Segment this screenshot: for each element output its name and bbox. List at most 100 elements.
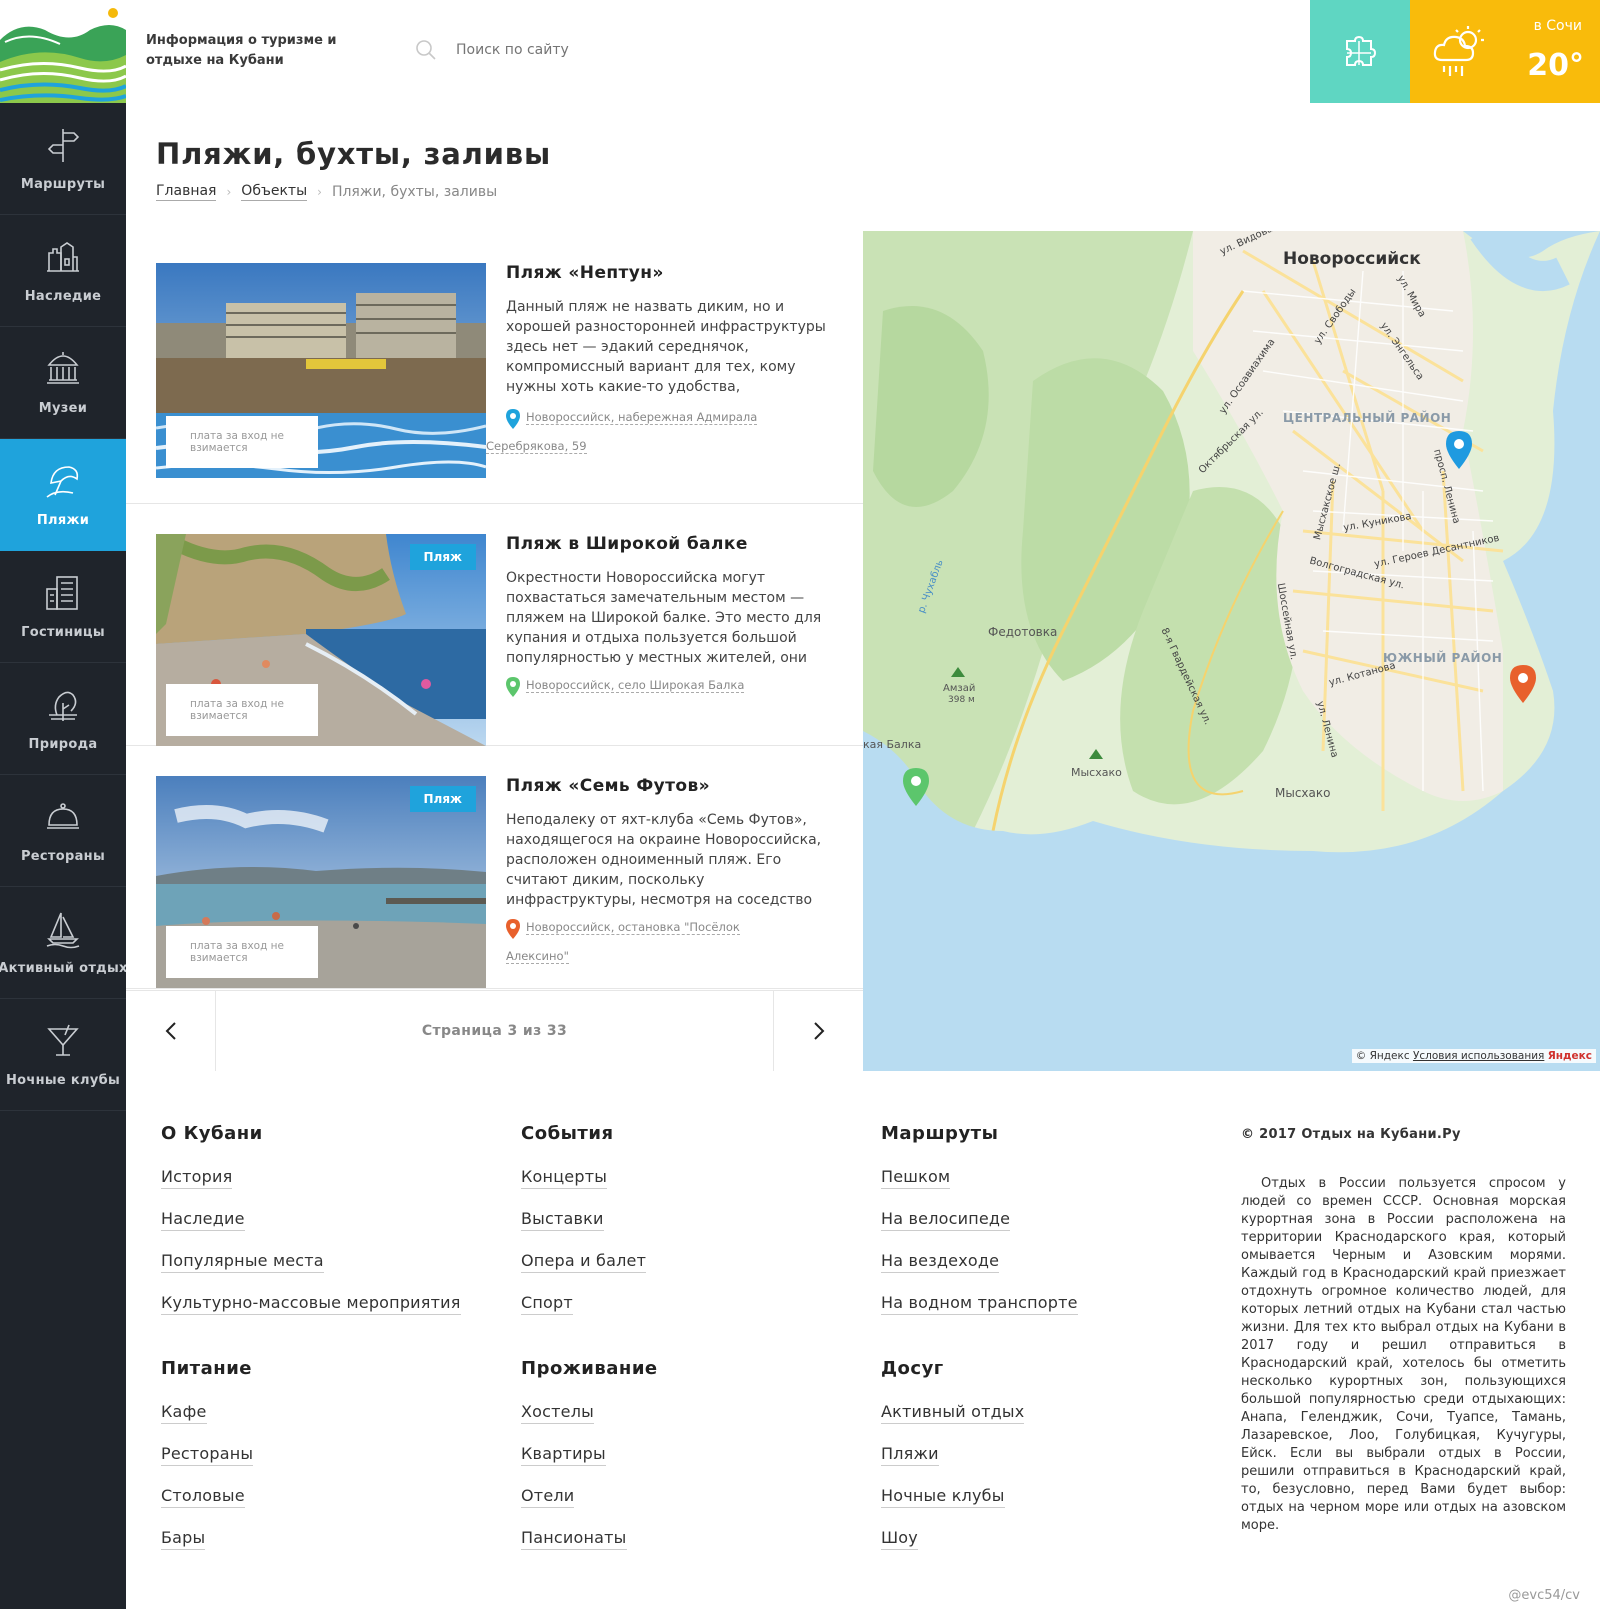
cloud-rain-sun-icon [1433, 26, 1484, 76]
about-text: Отдых в России пользуется спросом у люде… [1241, 1176, 1566, 1533]
search-bar[interactable] [414, 38, 716, 62]
footer-link[interactable]: На велосипеде [881, 1209, 1011, 1231]
puzzle-button[interactable] [1310, 0, 1410, 103]
breadcrumb-home[interactable]: Главная [156, 183, 217, 201]
footer-link[interactable]: На вездеходе [881, 1251, 1000, 1273]
site-logo[interactable] [0, 0, 126, 103]
list-item[interactable]: плата за вход не взимается Пляж «Нептун»… [126, 231, 863, 504]
list-item[interactable]: Пляж плата за вход не взимается Пляж в Ш… [126, 504, 863, 746]
beach-title[interactable]: Пляж «Семь Футов» [506, 776, 710, 796]
beach-address[interactable]: Новороссийск, остановка "Посёлок Алексин… [506, 913, 806, 971]
footer-link[interactable]: Пансионаты [521, 1528, 627, 1550]
beach-title[interactable]: Пляж в Широкой балке [506, 534, 748, 554]
sidebar-item-label: Гостиницы [21, 625, 105, 640]
beach-photo[interactable]: плата за вход не взимается [156, 263, 486, 478]
footer-link[interactable]: Спорт [521, 1293, 573, 1315]
footer-link[interactable]: Ночные клубы [881, 1486, 1005, 1508]
footer-link[interactable]: Пешком [881, 1167, 951, 1189]
cocktail-icon [47, 1024, 79, 1056]
pagination: Страница 3 из 33 [126, 990, 863, 1071]
address-line-1: Новороссийск, село Широкая Балка [526, 678, 745, 693]
footer-heading: Проживание [521, 1358, 658, 1379]
address-line-1: Новороссийск, набережная Адмирала [526, 410, 758, 425]
footer-link[interactable]: На водном транспорте [881, 1293, 1078, 1315]
footer-link[interactable]: Рестораны [161, 1444, 254, 1466]
map-marker-blue[interactable] [1446, 431, 1472, 469]
sidebar-item-label: Маршруты [20, 177, 106, 192]
sidebar-item-restaurants[interactable]: Рестораны [0, 775, 126, 887]
footer-link[interactable]: История [161, 1167, 233, 1189]
footer-heading: Досуг [881, 1358, 944, 1379]
footer-link[interactable]: Опера и балет [521, 1251, 647, 1273]
weather-widget[interactable]: в Сочи 20° [1410, 0, 1600, 103]
map-copyright: © Яндекс [1355, 1050, 1410, 1062]
beach-address[interactable]: Новороссийск, село Широкая Балка [506, 671, 806, 700]
map-marker-green[interactable] [903, 768, 929, 806]
map-place-label: Мысхако [1071, 766, 1122, 779]
sidebar-item-nature[interactable]: Природа [0, 663, 126, 775]
footer: О Кубани История Наследие Популярные мес… [126, 1071, 1600, 1609]
museum-icon [47, 352, 79, 384]
list-item[interactable]: Пляж плата за вход не взимается Пляж «Се… [126, 746, 863, 989]
castle-icon [47, 242, 79, 272]
beach-umbrella-icon [46, 466, 79, 498]
map-place-label: 398 м [948, 695, 975, 705]
footer-link[interactable]: Столовые [161, 1486, 245, 1508]
type-badge: Пляж [409, 786, 476, 812]
footer-link[interactable]: Пляжи [881, 1444, 939, 1466]
prev-page-button[interactable] [126, 991, 216, 1071]
footer-link[interactable]: Концерты [521, 1167, 608, 1189]
header: Информация о туризме и отдыхе на Кубани … [126, 0, 1600, 103]
beach-description: Данный пляж не назвать диким, но и хорош… [506, 299, 826, 395]
author-signature: @evc54/cv [1508, 1588, 1580, 1603]
footer-link[interactable]: Выставки [521, 1209, 604, 1231]
signpost-icon [47, 129, 80, 162]
cloche-icon [47, 803, 79, 829]
map-district-label: ЦЕНТРАЛЬНЫЙ РАЙОН [1283, 411, 1452, 425]
search-input[interactable] [456, 42, 716, 58]
breadcrumb-objects[interactable]: Объекты [241, 183, 308, 201]
entry-fee-label: плата за вход не взимается [166, 416, 318, 468]
next-page-button[interactable] [773, 991, 863, 1071]
search-icon[interactable] [414, 38, 438, 62]
sidebar-item-beaches[interactable]: Пляжи [0, 439, 126, 551]
map-marker-orange[interactable] [1510, 665, 1536, 703]
sidebar-item-active-rest[interactable]: Активный отдых [0, 887, 128, 999]
footer-heading: Питание [161, 1358, 253, 1379]
sidebar-item-routes[interactable]: Маршруты [0, 103, 126, 215]
map-attribution: © Яндекс Условия использования Яндекс [1351, 1049, 1596, 1063]
map-terms-link[interactable]: Условия использования [1413, 1050, 1544, 1062]
breadcrumb: Главная › Объекты › Пляжи, бухты, заливы [156, 183, 497, 201]
breadcrumb-current: Пляжи, бухты, заливы [331, 184, 498, 200]
footer-link[interactable]: Хостелы [521, 1402, 594, 1424]
sidebar-item-hotels[interactable]: Гостиницы [0, 551, 126, 663]
footer-link[interactable]: Бары [161, 1528, 206, 1550]
footer-link[interactable]: Популярные места [161, 1251, 324, 1273]
map[interactable]: Новороссийск ЦЕНТРАЛЬНЫЙ РАЙОН ЮЖНЫЙ РАЙ… [863, 231, 1600, 1071]
beach-title[interactable]: Пляж «Нептун» [506, 263, 664, 283]
beach-photo[interactable]: Пляж плата за вход не взимается [156, 534, 486, 746]
footer-link[interactable]: Активный отдых [881, 1402, 1025, 1424]
footer-link[interactable]: Квартиры [521, 1444, 606, 1466]
footer-heading: События [521, 1123, 614, 1144]
footer-link[interactable]: Культурно-массовые мероприятия [161, 1293, 461, 1315]
map-place-label: кая Балка [863, 738, 922, 751]
map-place-label: Федотовка [988, 625, 1058, 639]
sidebar-item-museums[interactable]: Музеи [0, 327, 126, 439]
page-title: Пляжи, бухты, заливы [156, 137, 551, 171]
address-line-2: Серебрякова, 59 [486, 439, 587, 454]
chevron-right-icon: › [317, 185, 322, 199]
footer-link[interactable]: Наследие [161, 1209, 245, 1231]
sidebar-item-label: Активный отдых [0, 961, 128, 976]
footer-heading: Маршруты [881, 1123, 999, 1144]
footer-link[interactable]: Шоу [881, 1528, 918, 1550]
beach-photo[interactable]: Пляж плата за вход не взимается [156, 776, 486, 988]
sidebar-item-nightclubs[interactable]: Ночные клубы [0, 999, 126, 1111]
yandex-logo[interactable]: Яндекс [1548, 1050, 1592, 1062]
footer-link[interactable]: Отели [521, 1486, 575, 1508]
footer-link[interactable]: Кафе [161, 1402, 207, 1424]
copyright: © 2017 Отдых на Кубани.Ру [1241, 1127, 1461, 1142]
sidebar-item-heritage[interactable]: Наследие [0, 215, 126, 327]
page-indicator: Страница 3 из 33 [421, 1023, 568, 1039]
beach-address[interactable]: Новороссийск, набережная Адмирала Серебря… [486, 403, 806, 461]
